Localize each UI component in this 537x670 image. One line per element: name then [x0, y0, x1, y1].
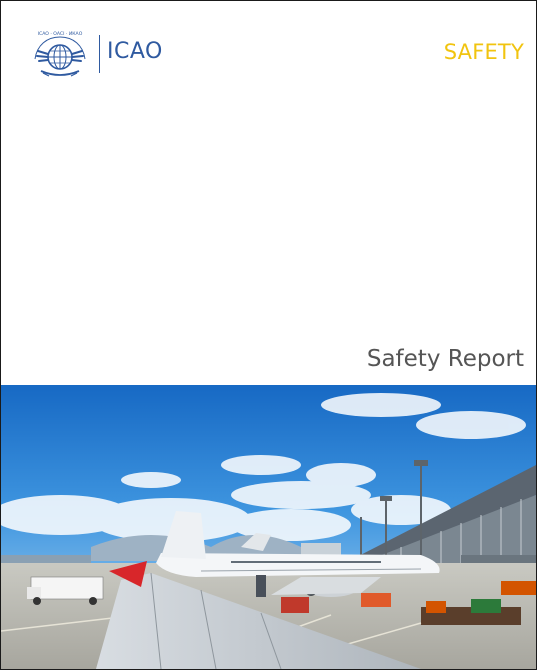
- airport-photo: [1, 385, 536, 669]
- cover-header: ICAO · OACI · ИКАО ICAO SAFETY: [1, 1, 536, 81]
- report-cover: ICAO · OACI · ИКАО ICAO SAFETY Safety Re…: [0, 0, 537, 670]
- category-label: SAFETY: [443, 40, 524, 64]
- icao-emblem-icon: ICAO · OACI · ИКАО: [34, 31, 86, 77]
- org-name: ICAO: [107, 39, 163, 64]
- svg-text:ICAO · OACI · ИКАО: ICAO · OACI · ИКАО: [38, 31, 83, 37]
- logo-divider: [99, 35, 100, 73]
- report-title: Safety Report: [366, 346, 524, 372]
